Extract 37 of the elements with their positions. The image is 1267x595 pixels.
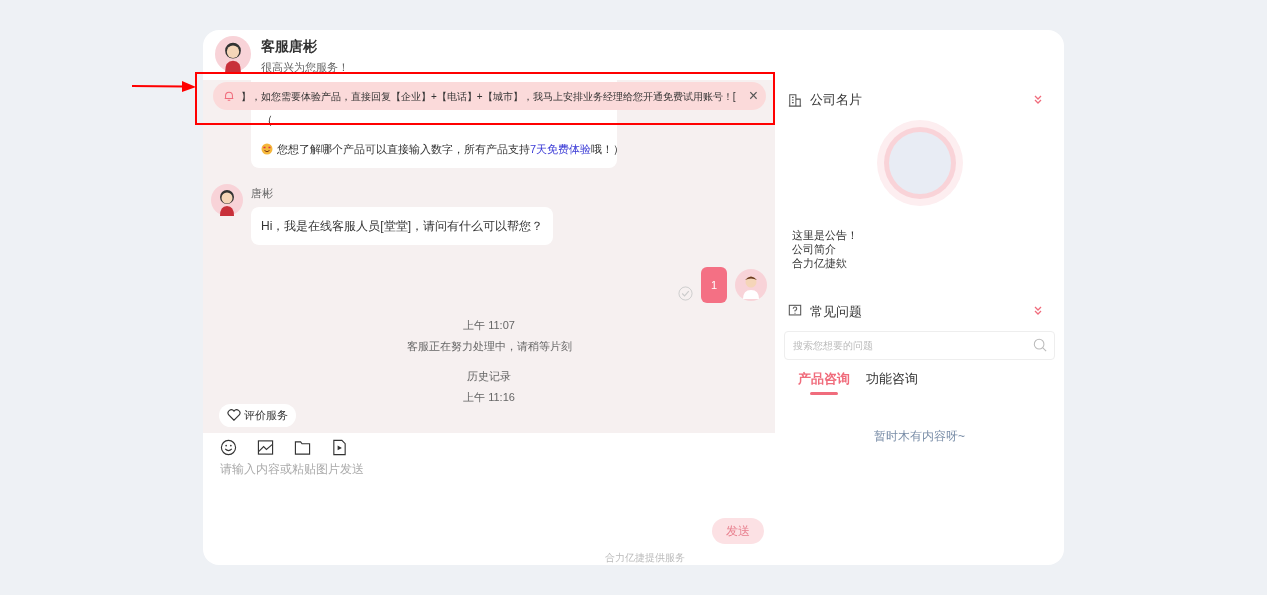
- image-icon[interactable]: [257, 438, 274, 456]
- section-title: 常见问题: [810, 302, 862, 321]
- empty-text: 暂时木有内容呀~: [874, 427, 965, 445]
- emoji-icon[interactable]: [220, 438, 237, 456]
- agent-title: 客服唐彬: [261, 37, 318, 56]
- system-note: 上午 11:07: [463, 318, 515, 333]
- notice-line: 合力亿捷欸: [792, 255, 848, 270]
- agent-subtitle: 很高兴为您服务！: [261, 60, 349, 75]
- system-note: 客服正在努力处理中，请稍等片刻: [406, 338, 572, 354]
- section-title: 公司名片: [810, 91, 862, 109]
- notice-line: 这里是公告！: [792, 227, 859, 242]
- message-bubble: Hi，我是在线客服人员[堂堂]，请问有什么可以帮您？: [251, 207, 553, 245]
- user-avatar-icon: [735, 269, 767, 301]
- message-input[interactable]: 请输入内容或粘贴图片发送: [220, 459, 758, 518]
- building-icon: [788, 92, 802, 107]
- agent-avatar-icon: [215, 36, 251, 72]
- question-icon: [788, 304, 802, 319]
- collapse-icon[interactable]: [1033, 306, 1043, 317]
- folder-icon[interactable]: [294, 438, 311, 456]
- faq-tab[interactable]: 功能咨询: [866, 369, 918, 395]
- message-bubble: 1: [701, 267, 727, 303]
- heart-icon: [227, 408, 241, 423]
- rate-service-button[interactable]: 评价服务: [219, 404, 296, 427]
- notice-text: 】，如您需要体验产品，直接回复【企业】+【电话】+【城市】，我马上安排业务经理给您开通免费试用账号！[: [241, 89, 737, 104]
- bell-icon: [223, 90, 235, 102]
- system-note: 历史记录: [467, 369, 511, 384]
- video-file-icon[interactable]: [331, 438, 348, 456]
- notice-line: 公司简介: [792, 241, 837, 256]
- message-text: 您想了解哪个产品可以直接输入数字，所有产品支持7天免费体验哦！）: [277, 142, 625, 157]
- smiling-face-icon: [261, 143, 273, 156]
- agent-avatar-icon: [211, 183, 243, 216]
- faq-search-field[interactable]: 搜索您想要的问题: [784, 331, 1055, 360]
- annotation-arrow: [132, 80, 196, 93]
- close-button[interactable]: ×: [748, 88, 758, 104]
- collapse-icon[interactable]: [1033, 94, 1043, 105]
- sender-name: 唐彬: [251, 185, 274, 201]
- system-note: 上午 11:16: [463, 389, 515, 405]
